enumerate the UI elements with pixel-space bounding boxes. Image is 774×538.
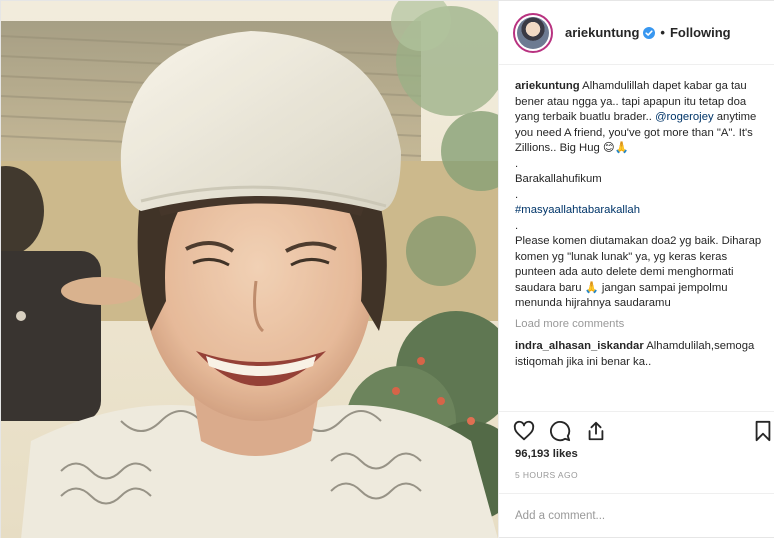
comment-input[interactable] bbox=[515, 506, 755, 526]
caption: ariekuntung Alhamdulillah dapet kabar ga… bbox=[515, 79, 763, 157]
load-more-comments-button[interactable]: Load more comments bbox=[515, 317, 763, 333]
avatar[interactable] bbox=[513, 12, 553, 53]
likes-count[interactable]: 96,193 likes bbox=[515, 448, 578, 460]
caption-text-3: Barakallahufikum bbox=[515, 173, 602, 185]
post-header: ariekuntung • Following bbox=[499, 1, 774, 65]
separator-dot: • bbox=[660, 25, 665, 40]
verified-badge-icon bbox=[643, 26, 656, 39]
comment-icon[interactable] bbox=[549, 420, 571, 442]
instagram-post: ariekuntung • Following ariekuntung Alha… bbox=[0, 0, 774, 538]
user-row: ariekuntung • Following bbox=[565, 25, 731, 40]
post-side-panel: ariekuntung • Following ariekuntung Alha… bbox=[498, 1, 774, 538]
comment-item: indra_alhasan_iskandar Alhamdulilah,semo… bbox=[515, 339, 763, 370]
caption-dot: . bbox=[515, 157, 519, 170]
heart-icon[interactable] bbox=[513, 420, 535, 442]
comments-list[interactable]: ariekuntung Alhamdulillah dapet kabar ga… bbox=[515, 79, 763, 389]
caption-text-4: Please komen diutamakan doa2 yg baik. Di… bbox=[515, 235, 762, 309]
hashtag-link[interactable]: #masyaallahtabarakallah bbox=[515, 203, 763, 219]
following-button[interactable]: Following bbox=[670, 25, 731, 40]
selfie-image bbox=[1, 1, 498, 538]
avatar-image bbox=[517, 16, 549, 49]
caption-dot: . bbox=[515, 219, 519, 232]
mention-link[interactable]: @rogerojey bbox=[655, 111, 714, 123]
caption-dot: . bbox=[515, 188, 519, 201]
username-link[interactable]: ariekuntung bbox=[565, 25, 639, 40]
action-bar bbox=[499, 411, 774, 447]
add-comment-bar bbox=[499, 493, 774, 538]
comment-username[interactable]: indra_alhasan_iskandar bbox=[515, 340, 644, 352]
bookmark-icon[interactable] bbox=[752, 420, 774, 442]
post-photo[interactable] bbox=[1, 1, 498, 538]
post-timestamp[interactable]: 5 HOURS AGO bbox=[515, 470, 578, 480]
caption-username[interactable]: ariekuntung bbox=[515, 80, 580, 92]
share-icon[interactable] bbox=[585, 420, 607, 442]
